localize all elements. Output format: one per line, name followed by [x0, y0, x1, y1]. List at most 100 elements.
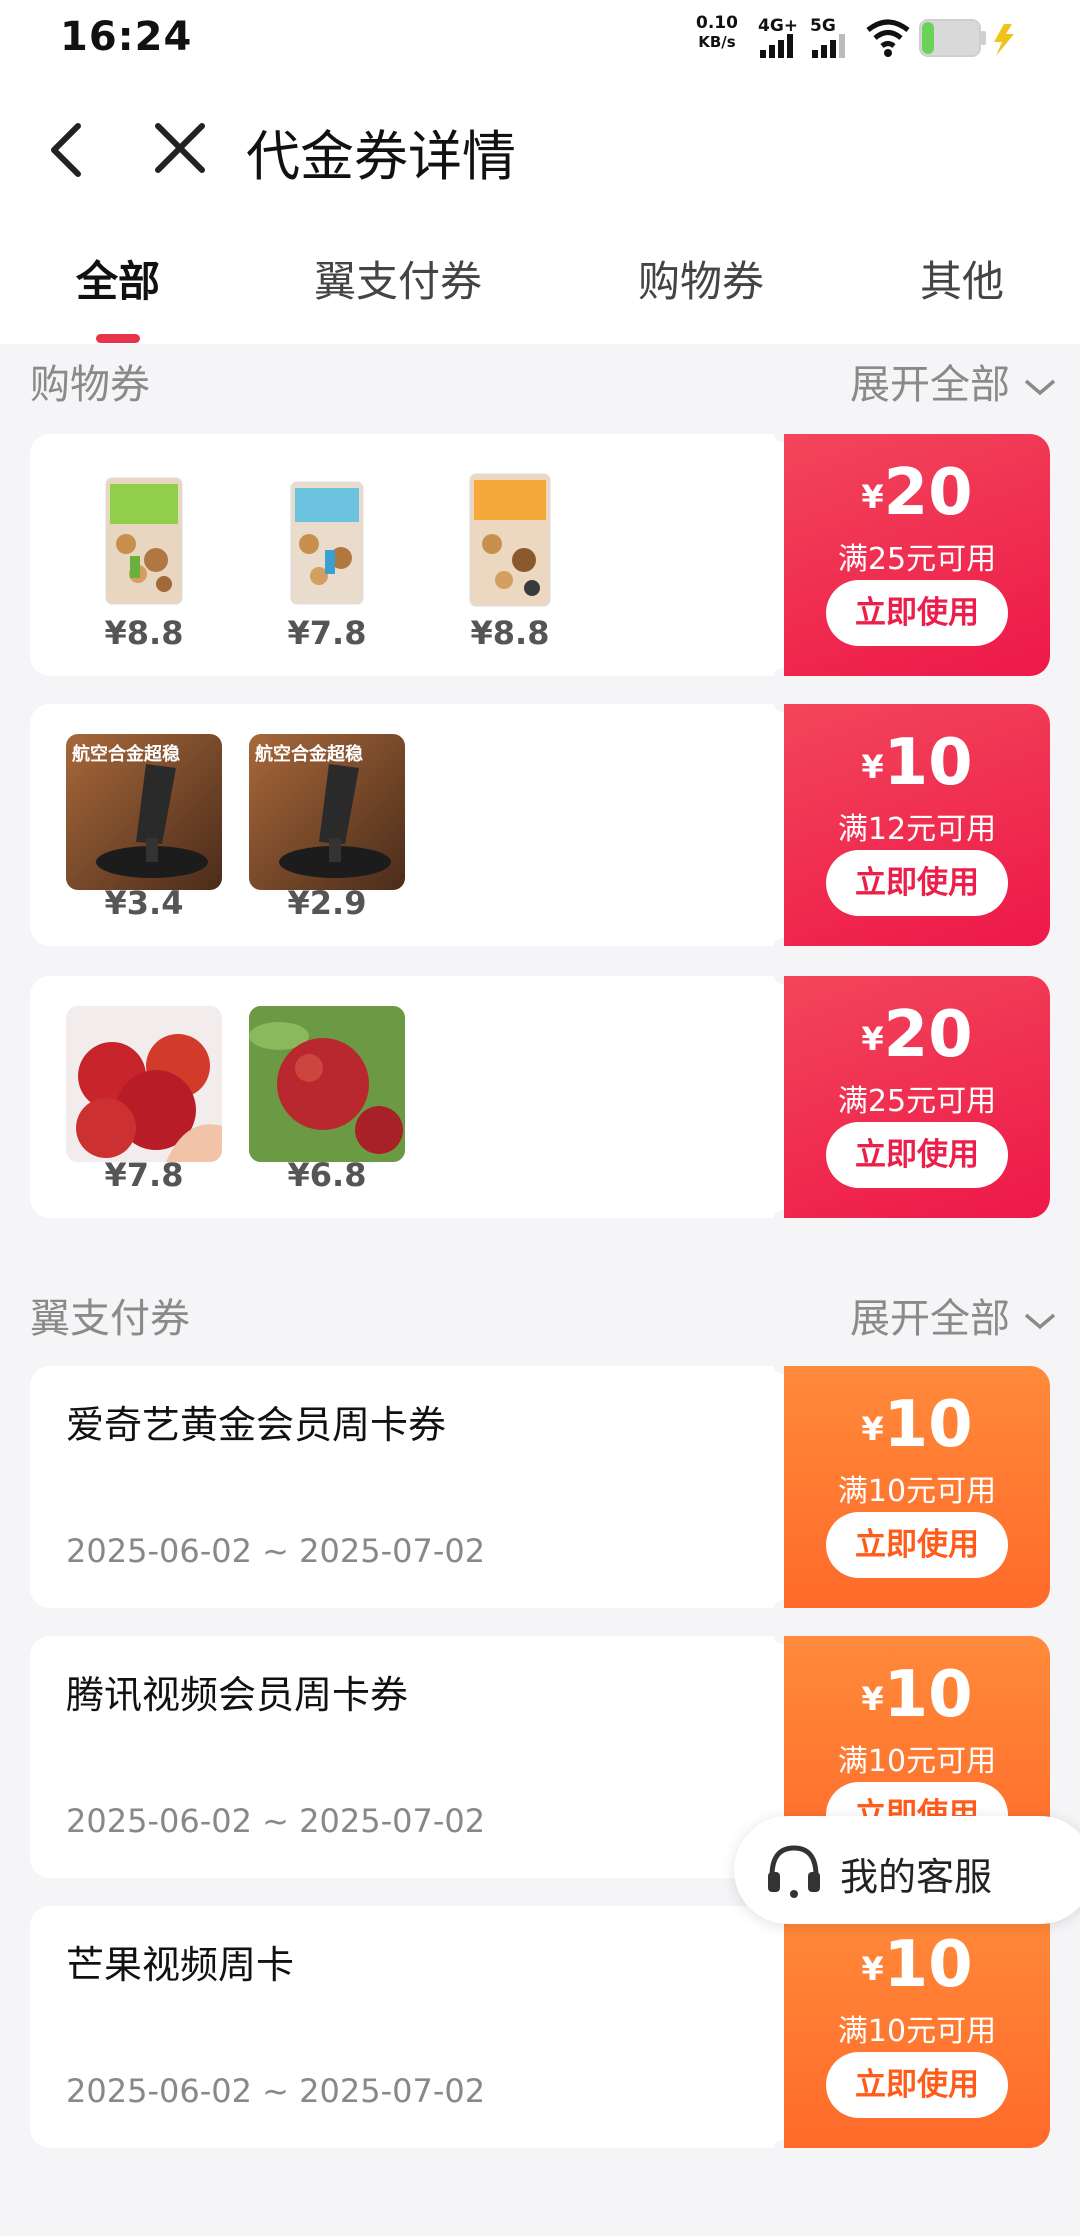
use-now-button[interactable]: 立即使用: [826, 1122, 1008, 1188]
product-price: ¥8.8: [104, 614, 184, 652]
product-image[interactable]: 航空合金超稳: [66, 734, 222, 890]
coupon-condition: 满12元可用: [837, 812, 997, 847]
coupon-card: ¥8.8 ¥7.8 ¥8.8 ¥20 满25元可用 立即使用: [30, 434, 1050, 676]
coupon-condition: 满25元可用: [837, 1084, 997, 1119]
coupon-card: 芒果视频周卡 2025-06-02 ~ 2025-07-02 ¥10 满10元可…: [30, 1906, 1050, 2148]
coupon-name: 腾讯视频会员周卡券: [66, 1673, 409, 1717]
product-price: ¥7.8: [287, 614, 367, 652]
use-now-button[interactable]: 立即使用: [826, 2052, 1008, 2118]
yen-symbol: ¥: [861, 478, 884, 516]
signal-bars-icon: [812, 34, 845, 58]
tab-other[interactable]: 其他: [920, 248, 1004, 309]
yen-symbol: ¥: [861, 1020, 884, 1058]
tab-all[interactable]: 全部: [76, 248, 160, 309]
use-now-button[interactable]: 立即使用: [826, 850, 1008, 916]
coupon-amount: ¥10: [784, 1658, 1050, 1732]
status-time: 16:24: [60, 14, 193, 60]
nectarine-image: [76, 1034, 222, 1162]
product-price: ¥3.4: [104, 884, 184, 922]
customer-service-button[interactable]: 我的客服: [734, 1816, 1080, 1924]
close-icon[interactable]: [152, 120, 208, 176]
coupon-value-panel: ¥10 满12元可用 立即使用: [784, 704, 1050, 946]
wifi-icon: [866, 19, 910, 57]
amount-value: 10: [883, 1658, 973, 1732]
coupon-condition: 满10元可用: [837, 2014, 997, 2049]
coupon-amount: ¥20: [784, 456, 1050, 530]
coupon-name: 芒果视频周卡: [66, 1943, 295, 1987]
snack-bag-image: [469, 473, 551, 607]
coupon-card: 爱奇艺黄金会员周卡券 2025-06-02 ~ 2025-07-02 ¥10 满…: [30, 1366, 1050, 1608]
chevron-down-icon: [1024, 379, 1055, 396]
page-title: 代金券详情: [246, 125, 516, 188]
net-speed: 0.10 KB/s: [696, 14, 738, 52]
use-now-button[interactable]: 立即使用: [826, 1512, 1008, 1578]
use-now-button[interactable]: 立即使用: [826, 580, 1008, 646]
yen-symbol: ¥: [861, 1950, 884, 1988]
section-title-payment: 翼支付券: [30, 1296, 190, 1342]
product-image[interactable]: [249, 1006, 405, 1162]
coupon-value-panel: ¥10 满10元可用 立即使用: [784, 1366, 1050, 1608]
coupon-card: ¥7.8 ¥6.8 ¥20 满25元可用 立即使用: [30, 976, 1050, 1218]
yen-symbol: ¥: [861, 1410, 884, 1448]
product-price: ¥8.8: [470, 614, 550, 652]
product-price: ¥7.8: [104, 1156, 184, 1194]
coupon-condition: 满10元可用: [837, 1744, 997, 1779]
expand-all-label: 展开全部: [850, 362, 1010, 408]
coupon-value-panel: ¥10 满10元可用 立即使用: [784, 1906, 1050, 2148]
product-price: ¥6.8: [287, 1156, 367, 1194]
signal-bars-icon: [760, 34, 793, 58]
net-speed-value: 0.10: [696, 13, 738, 33]
product-image[interactable]: 航空合金超稳: [249, 734, 405, 890]
coupon-amount: ¥20: [784, 998, 1050, 1072]
coupon-validity: 2025-06-02 ~ 2025-07-02: [66, 2072, 486, 2110]
expand-all-payment[interactable]: 展开全部: [850, 1286, 1057, 1344]
product-image[interactable]: [432, 464, 588, 620]
coupon-amount: ¥10: [784, 1388, 1050, 1462]
net-speed-unit: KB/s: [698, 33, 736, 51]
coupon-info: 芒果视频周卡 2025-06-02 ~ 2025-07-02: [30, 1906, 782, 2148]
signal1-label: 4G+: [758, 16, 799, 36]
expand-all-label: 展开全部: [850, 1296, 1010, 1342]
product-image[interactable]: [249, 464, 405, 620]
coupon-amount: ¥10: [784, 1928, 1050, 2002]
nectarine-tree-image: [249, 1006, 405, 1162]
status-bar: 16:24 0.10 KB/s 4G+ 5G: [0, 0, 1080, 76]
chevron-down-icon: [1024, 1313, 1055, 1330]
snack-bag-image: [290, 481, 364, 605]
amount-value: 10: [883, 726, 973, 800]
coupon-condition: 满25元可用: [837, 542, 997, 577]
headset-icon: [768, 1845, 820, 1898]
snack-bag-image: [105, 477, 183, 605]
customer-service-label: 我的客服: [840, 1855, 993, 1899]
product-price: ¥2.9: [287, 884, 367, 922]
product-image[interactable]: [66, 1006, 222, 1162]
phone-stand-image: 航空合金超稳: [72, 743, 208, 878]
product-badge: 航空合金超稳: [255, 743, 363, 764]
coupon-value-panel: ¥20 满25元可用 立即使用: [784, 434, 1050, 676]
header: [0, 76, 1080, 344]
coupon-products: ¥7.8 ¥6.8: [30, 976, 782, 1218]
coupon-info: 腾讯视频会员周卡券 2025-06-02 ~ 2025-07-02: [30, 1636, 782, 1878]
coupon-card: 航空合金超稳 ¥3.4 航空合金超稳 ¥2.9 ¥10 满12元可用 立即使用: [30, 704, 1050, 946]
section-title-shopping: 购物券: [30, 362, 150, 408]
tab-shopping[interactable]: 购物券: [638, 248, 764, 309]
tab-indicator: [96, 334, 140, 343]
product-image[interactable]: [66, 464, 222, 620]
coupon-products: 航空合金超稳 ¥3.4 航空合金超稳 ¥2.9: [30, 704, 782, 946]
expand-all-shopping[interactable]: 展开全部: [850, 352, 1057, 410]
amount-value: 10: [883, 1388, 973, 1462]
tab-payment[interactable]: 翼支付券: [314, 248, 482, 309]
yen-symbol: ¥: [861, 748, 884, 786]
back-icon[interactable]: [44, 120, 88, 180]
coupon-validity: 2025-06-02 ~ 2025-07-02: [66, 1802, 486, 1840]
coupon-name: 爱奇艺黄金会员周卡券: [66, 1403, 447, 1447]
amount-value: 20: [883, 998, 973, 1072]
signal2-label: 5G: [810, 16, 836, 36]
coupon-validity: 2025-06-02 ~ 2025-07-02: [66, 1532, 486, 1570]
battery-icon: [919, 19, 1014, 57]
coupon-products: ¥8.8 ¥7.8 ¥8.8: [30, 434, 782, 676]
coupon-condition: 满10元可用: [837, 1474, 997, 1509]
coupon-value-panel: ¥20 满25元可用 立即使用: [784, 976, 1050, 1218]
phone-stand-image: 航空合金超稳: [255, 743, 391, 878]
yen-symbol: ¥: [861, 1680, 884, 1718]
